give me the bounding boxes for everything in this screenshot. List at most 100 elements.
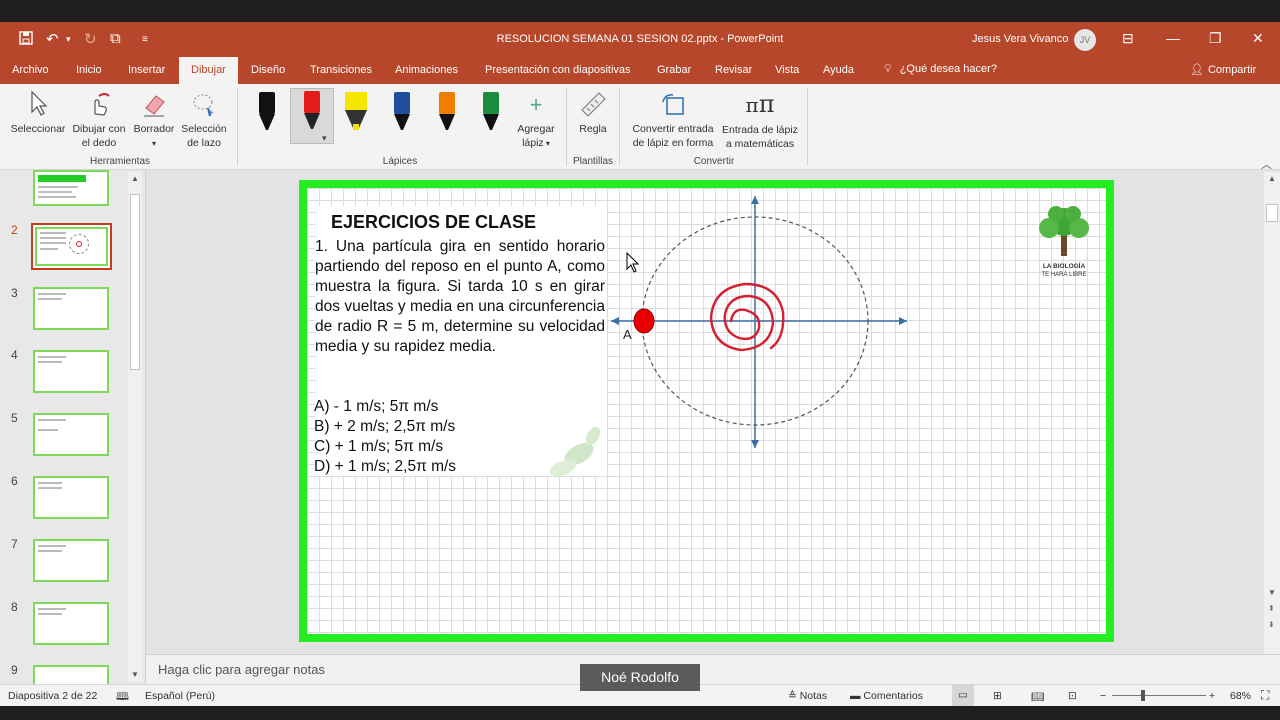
ribbon-display-icon[interactable]: ⊟ — [1122, 30, 1134, 47]
thumb-line — [38, 298, 62, 300]
tell-me-search[interactable]: 💡︎ ¿Qué desea hacer? — [884, 63, 997, 76]
comments-button[interactable]: ▬ Comentarios — [850, 690, 923, 702]
scroll-up-icon[interactable]: ▲ — [131, 174, 139, 183]
thumb-line — [38, 196, 76, 198]
slide-thumbnail-5[interactable] — [33, 413, 109, 456]
thumb-line — [38, 293, 66, 295]
slide-thumbnail-9[interactable] — [33, 665, 109, 684]
ink-to-shape-button[interactable]: Convertir entrada de lápiz en forma — [626, 90, 720, 150]
restore-icon[interactable]: ❐ — [1209, 30, 1222, 47]
mouse-cursor-icon — [626, 252, 640, 273]
notes-pane[interactable]: Haga clic para agregar notas — [146, 654, 1280, 684]
previous-slide-icon[interactable]: ⇞ — [1268, 604, 1275, 613]
pen-red-selected[interactable]: ▾ — [290, 88, 334, 144]
slide-thumbnail-1[interactable] — [33, 170, 109, 206]
minimize-icon[interactable]: — — [1166, 30, 1180, 46]
pen-yellow[interactable] — [341, 90, 371, 134]
user-name[interactable]: Jesus Vera Vivanco — [972, 33, 1068, 45]
scroll-down-icon[interactable]: ▼ — [131, 670, 139, 679]
problem-statement[interactable]: 1. Una partícula gira en sentido horario… — [315, 237, 605, 357]
eraser-icon — [144, 95, 165, 117]
slide-canvas[interactable]: EJERCICIOS DE CLASE 1. Una partícula gir… — [299, 180, 1114, 642]
spellcheck-icon[interactable]: 🕮︎ — [116, 688, 129, 707]
slide-thumbnail-3[interactable] — [33, 287, 109, 330]
zoom-out-button[interactable]: − — [1100, 690, 1106, 702]
slide-thumbnail-8[interactable] — [33, 602, 109, 645]
tab-inicio[interactable]: Inicio — [76, 64, 102, 76]
slideshow-icon: ⊡ — [1068, 690, 1077, 702]
tab-vista[interactable]: Vista — [775, 64, 799, 76]
option-d[interactable]: D) + 1 m/s; 2,5π m/s — [314, 458, 456, 476]
group-label-herramientas: Herramientas — [89, 156, 151, 167]
ruler-button[interactable]: Regla — [572, 90, 614, 136]
scroll-up-icon[interactable]: ▲ — [1268, 174, 1276, 183]
tab-revisar[interactable]: Revisar — [715, 64, 752, 76]
zoom-in-button[interactable]: + — [1209, 690, 1215, 702]
slide-sorter-button[interactable]: ⊞ — [993, 690, 1002, 702]
slide-thumbnail-7[interactable] — [33, 539, 109, 582]
tab-animaciones[interactable]: Animaciones — [395, 64, 458, 76]
language-indicator[interactable]: Español (Perú) — [145, 690, 215, 702]
slide-heading[interactable]: EJERCICIOS DE CLASE — [331, 212, 536, 233]
option-c[interactable]: C) + 1 m/s; 5π m/s — [314, 438, 443, 456]
slide-count: Diapositiva 2 de 22 — [8, 690, 98, 702]
tab-diseno[interactable]: Diseño — [251, 64, 285, 76]
thumb-line — [38, 429, 58, 431]
tab-transiciones[interactable]: Transiciones — [310, 64, 372, 76]
circle-figure[interactable]: A — [607, 188, 927, 458]
slide-thumbnail-6[interactable] — [33, 476, 109, 519]
slide-thumbnail-4[interactable] — [33, 350, 109, 393]
ink-to-math-button[interactable]: ππ Entrada de lápiz a matemáticas — [718, 90, 802, 151]
tab-ayuda[interactable]: Ayuda — [823, 64, 854, 76]
option-b[interactable]: B) + 2 m/s; 2,5π m/s — [314, 418, 455, 436]
zoom-level[interactable]: 68% — [1230, 690, 1251, 702]
fit-to-window-icon[interactable]: ⛶ — [1261, 688, 1269, 703]
tab-dibujar[interactable]: Dibujar — [179, 57, 238, 84]
thumb-line — [38, 186, 78, 188]
eraser-dropdown-icon[interactable]: ▾ — [152, 139, 156, 148]
slideshow-button[interactable]: ⊡ — [1068, 690, 1077, 702]
avatar[interactable]: JV — [1074, 29, 1096, 51]
draw-with-touch-button[interactable]: Dibujar con el dedo — [68, 90, 130, 150]
select-button[interactable]: Seleccionar — [8, 90, 68, 136]
ink-spiral[interactable] — [709, 282, 785, 352]
eraser-button[interactable]: Borrador ▾ — [130, 90, 178, 151]
point-a-marker[interactable] — [633, 308, 655, 334]
option-a[interactable]: A) - 1 m/s; 5π m/s — [314, 398, 438, 416]
thumb-line — [38, 550, 62, 552]
thumb-line — [38, 613, 62, 615]
pen-blue[interactable] — [387, 90, 417, 134]
tab-archivo[interactable]: Archivo — [12, 64, 49, 76]
thumb-line — [38, 356, 66, 358]
zoom-slider[interactable] — [1112, 695, 1206, 696]
normal-view-button[interactable]: ▭ — [952, 685, 974, 706]
zoom-slider-thumb[interactable] — [1141, 690, 1145, 701]
scroll-down-icon[interactable]: ▼ — [1268, 588, 1276, 597]
scroll-thumb[interactable] — [1266, 204, 1278, 222]
thumb-line — [38, 545, 66, 547]
slide-thumbnail-2[interactable] — [31, 223, 112, 270]
tab-grabar[interactable]: Grabar — [657, 64, 691, 76]
slide-number: 9 — [11, 663, 18, 677]
next-slide-icon[interactable]: ⇟ — [1268, 620, 1275, 629]
thumb-line — [38, 608, 66, 610]
pen-orange[interactable] — [432, 90, 462, 134]
lasso-select-button[interactable]: + Selección de lazo — [178, 90, 230, 150]
plus-icon: + — [529, 92, 543, 117]
notes-button[interactable]: ≙ Notas — [788, 690, 827, 702]
reading-view-button[interactable]: 📖︎ — [1031, 690, 1044, 703]
notes-placeholder[interactable]: Haga clic para agregar notas — [158, 662, 325, 677]
scroll-thumb[interactable] — [130, 194, 140, 370]
close-icon[interactable]: ✕ — [1252, 30, 1264, 47]
thumbnail-scrollbar[interactable]: ▲ ▼ — [128, 172, 142, 682]
tab-presentacion[interactable]: Presentación con diapositivas — [485, 64, 631, 76]
logo: LA BIOLOGÍA TE HARÁ LIBRE — [1029, 202, 1099, 290]
editor-scrollbar[interactable]: ▲ ▼ ⇞ ⇟ — [1264, 172, 1280, 654]
y-axis-arrow-up — [751, 196, 759, 204]
pen-green[interactable] — [476, 90, 506, 134]
share-button[interactable]: 👤︎ Compartir — [1190, 63, 1256, 76]
pen-black[interactable] — [252, 90, 282, 134]
thumb-line — [40, 248, 58, 250]
add-pen-button[interactable]: + Agregar lápiz ▾ — [512, 92, 560, 151]
tab-insertar[interactable]: Insertar — [128, 64, 165, 76]
